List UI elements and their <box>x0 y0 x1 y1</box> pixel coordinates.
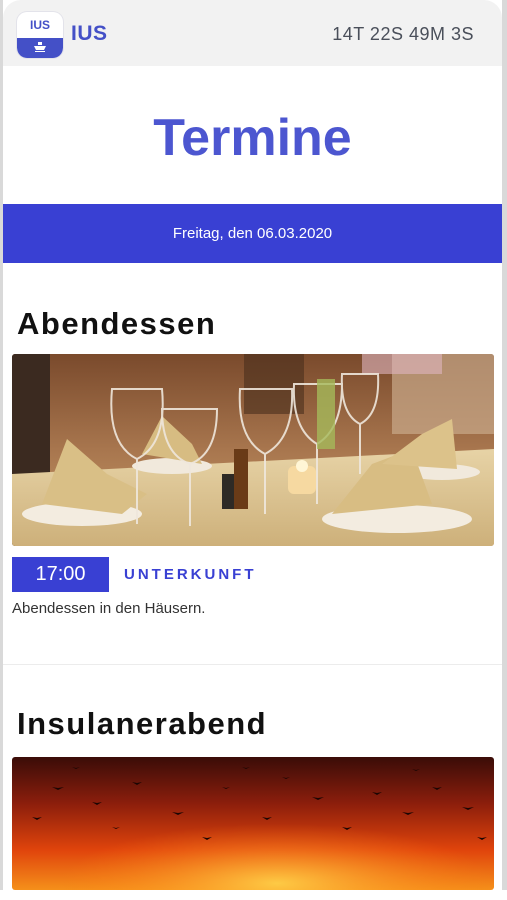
event-title: Insulanerabend <box>17 706 268 741</box>
sunset-birds-photo[interactable] <box>12 757 494 890</box>
device-frame-right <box>502 0 507 890</box>
app-title: IUS <box>71 22 108 45</box>
app-header: IUS IUS 14T 22S 49M 3S <box>3 0 502 66</box>
event-time-badge: 17:00 <box>12 557 109 592</box>
date-label: Freitag, den 06.03.2020 <box>172 225 333 242</box>
dinner-table-photo[interactable] <box>12 354 494 546</box>
date-bar[interactable]: Freitag, den 06.03.2020 <box>3 204 502 263</box>
logo-label: IUS <box>29 18 50 32</box>
page-title: Termine <box>153 109 352 167</box>
event-title: Abendessen <box>17 306 217 341</box>
event-divider <box>3 664 502 665</box>
event-location[interactable]: UNTERKUNFT <box>124 566 257 583</box>
ship-icon <box>34 42 46 52</box>
app-logo[interactable]: IUS <box>17 12 63 58</box>
event-description: Abendessen in den Häusern. <box>12 600 206 617</box>
app-screen: IUS IUS 14T 22S 49M 3S Termine Freitag, … <box>0 0 507 900</box>
countdown-timer: 14T 22S 49M 3S <box>332 24 474 44</box>
